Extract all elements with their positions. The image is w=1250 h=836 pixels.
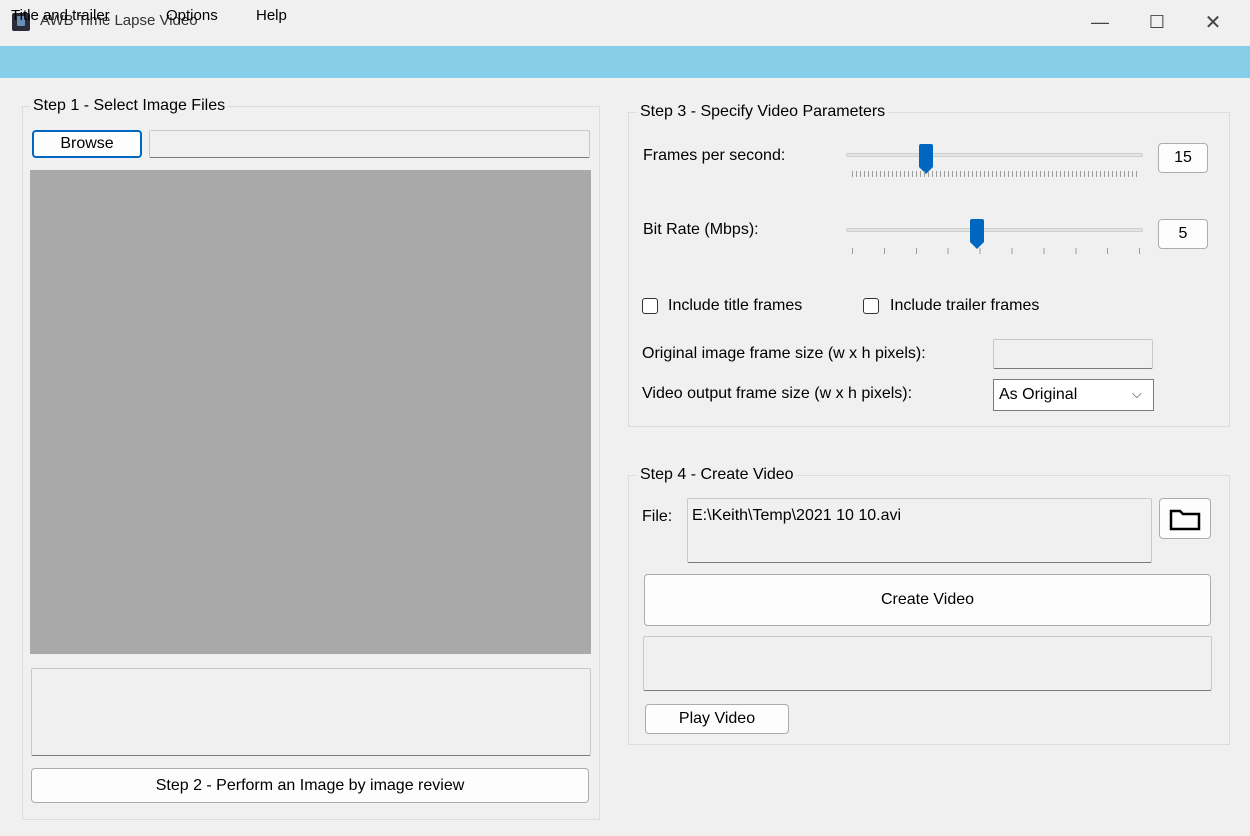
play-video-button[interactable]: Play Video bbox=[645, 704, 789, 734]
menu-title-and-trailer[interactable]: Title and trailer bbox=[11, 7, 110, 24]
fps-slider-track[interactable] bbox=[846, 153, 1143, 157]
file-path-value: E:\Keith\Temp\2021 10 10.avi bbox=[692, 507, 902, 524]
original-size-field bbox=[993, 339, 1153, 369]
step1-label: Step 1 - Select Image Files bbox=[30, 97, 229, 115]
bitrate-slider-track[interactable] bbox=[846, 228, 1143, 232]
menu-help[interactable]: Help bbox=[256, 7, 287, 24]
create-video-button[interactable]: Create Video bbox=[644, 574, 1211, 626]
output-size-selected-value: As Original bbox=[999, 386, 1078, 403]
image-path-field[interactable] bbox=[149, 130, 590, 158]
menu-bar bbox=[0, 46, 1250, 78]
file-label: File: bbox=[642, 508, 673, 525]
step3-label: Step 3 - Specify Video Parameters bbox=[637, 103, 889, 121]
image-preview-area bbox=[30, 170, 591, 654]
minimize-button[interactable]: — bbox=[1077, 6, 1123, 38]
chevron-down-icon: ⌵ bbox=[1132, 386, 1142, 401]
choose-folder-button[interactable] bbox=[1159, 498, 1211, 539]
menu-options[interactable]: Options bbox=[166, 7, 218, 24]
original-size-label: Original image frame size (w x h pixels)… bbox=[642, 345, 926, 362]
file-path-field: E:\Keith\Temp\2021 10 10.avi bbox=[687, 498, 1152, 563]
include-trailer-frames-label: Include trailer frames bbox=[890, 297, 1040, 314]
bitrate-slider-thumb[interactable] bbox=[969, 219, 984, 249]
close-button[interactable]: ✕ bbox=[1190, 6, 1236, 38]
step4-label: Step 4 - Create Video bbox=[637, 466, 797, 484]
bitrate-label: Bit Rate (Mbps): bbox=[643, 221, 759, 238]
output-size-select[interactable]: As Original ⌵ bbox=[993, 379, 1154, 411]
bitrate-slider-ticks bbox=[852, 248, 1142, 254]
maximize-button[interactable]: ☐ bbox=[1134, 6, 1180, 38]
output-size-label: Video output frame size (w x h pixels): bbox=[642, 385, 913, 402]
bitrate-value-box: 5 bbox=[1158, 219, 1208, 249]
folder-icon bbox=[1169, 509, 1201, 530]
browse-button[interactable]: Browse bbox=[32, 130, 142, 158]
include-trailer-frames-checkbox[interactable] bbox=[863, 298, 879, 314]
fps-slider-ticks bbox=[852, 171, 1138, 177]
include-title-frames-label: Include title frames bbox=[668, 297, 803, 314]
fps-slider-thumb[interactable] bbox=[919, 144, 934, 174]
image-info-box bbox=[31, 668, 591, 756]
fps-label: Frames per second: bbox=[643, 147, 786, 164]
fps-value-box: 15 bbox=[1158, 143, 1208, 173]
include-title-frames-checkbox[interactable] bbox=[642, 298, 658, 314]
progress-box bbox=[643, 636, 1212, 691]
image-review-button[interactable]: Step 2 - Perform an Image by image revie… bbox=[31, 768, 589, 803]
